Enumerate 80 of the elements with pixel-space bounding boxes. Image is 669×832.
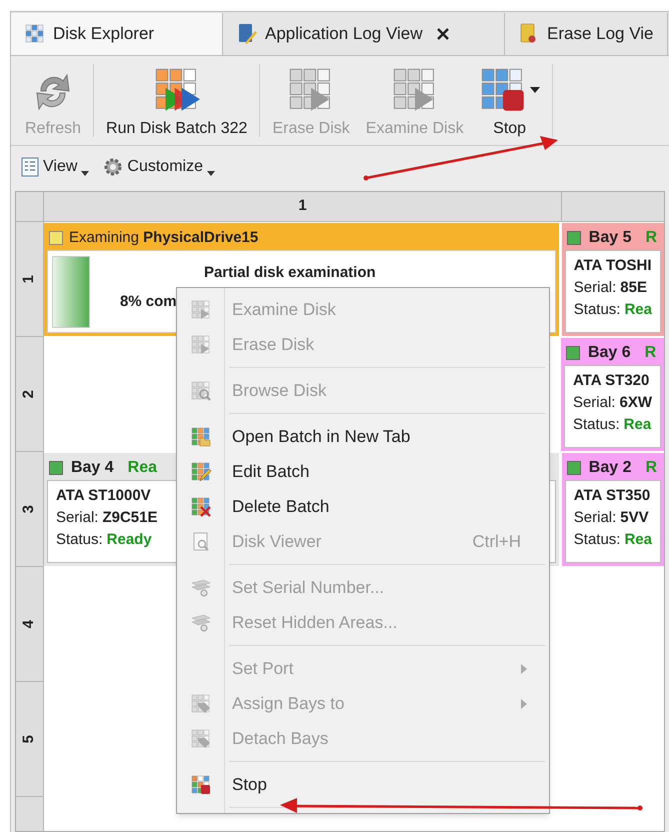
document-magnifier-icon <box>191 532 211 552</box>
status-value: Ready <box>106 530 152 550</box>
status-label: Status: <box>574 300 620 320</box>
status-light <box>566 346 580 360</box>
grid-magnifier-icon <box>191 380 211 400</box>
status-light <box>48 461 63 475</box>
grid-stop-icon <box>191 774 211 794</box>
serial-value: 85E <box>620 278 647 298</box>
bay-label: Bay 2 <box>588 458 632 478</box>
grid-tag-icon <box>191 728 211 748</box>
drive-model: ATA ST1000V <box>56 486 151 506</box>
row-header: 5 <box>16 682 44 797</box>
toolbar-button[interactable]: Stop <box>472 56 548 145</box>
shortcut-text: Ctrl+H <box>472 530 521 553</box>
serial-value: Z9C51E <box>102 508 158 528</box>
row-header: 2 <box>16 337 44 452</box>
row-header: 4 <box>16 567 44 682</box>
serial-label: Serial: <box>574 278 616 298</box>
caret-icon <box>206 170 215 176</box>
menu-item[interactable]: Delete Batch <box>177 489 549 524</box>
serial-value: 6XW <box>619 393 652 413</box>
caret-icon <box>81 170 90 176</box>
bay-label: Bay 5 <box>588 228 632 248</box>
serial-label: Serial: <box>572 393 616 413</box>
bay-label: Bay 4 <box>70 458 114 478</box>
tab-label: Disk Explorer <box>53 23 154 46</box>
grid-play-icon <box>191 334 211 354</box>
toolbar-button[interactable]: Run Disk Batch 322 <box>98 56 256 145</box>
drive-model: ATA ST350 <box>574 486 650 506</box>
status-label: Status: <box>572 415 620 435</box>
grid-stop-icon <box>480 67 526 113</box>
notebook-pencil-icon <box>237 23 257 45</box>
menu-button[interactable]: View <box>21 155 90 179</box>
row-header: 3 <box>16 452 44 567</box>
status-value: Rea <box>624 300 652 320</box>
status-value: Rea <box>624 530 652 550</box>
bay-card[interactable]: Bay 2 R ATA ST350 Serial: 5VV Status: Rea <box>562 453 664 566</box>
serial-value: 5VV <box>620 508 649 528</box>
bay-state: Rea <box>128 458 157 478</box>
menu-item[interactable]: Edit Batch <box>177 454 549 489</box>
status-label: Status: <box>574 530 620 550</box>
grid-icon <box>25 24 45 44</box>
drive-stack-icon <box>190 578 212 596</box>
card-title: Examining PhysicalDrive15 <box>68 228 258 248</box>
grid-run-icon <box>154 67 200 113</box>
bay-label: Bay 6 <box>588 343 631 363</box>
gear-icon <box>103 157 124 177</box>
progress-bar <box>52 256 90 328</box>
bay-state: R <box>645 458 658 478</box>
list-icon <box>21 157 39 177</box>
drive-model: ATA TOSHI <box>574 256 652 276</box>
grid-pencil-icon <box>191 462 211 482</box>
menu-item[interactable]: Open Batch in New Tab <box>177 419 549 454</box>
bay-card[interactable]: Bay 5 R ATA TOSHI Serial: 85E Status: Rea <box>562 223 664 336</box>
status-light <box>566 461 581 475</box>
menu-button[interactable]: Customize <box>103 155 215 179</box>
tab-label: Application Log View <box>265 23 423 46</box>
status-label: Status: <box>56 530 103 550</box>
serial-label: Serial: <box>574 508 616 528</box>
bay-card[interactable]: Bay 6 R ATA ST320 Serial: 6XW Status: Rea <box>560 338 664 451</box>
menu-item[interactable]: Stop <box>177 767 549 802</box>
serial-label: Serial: <box>56 508 98 528</box>
column-header: 1 <box>44 192 562 221</box>
status-light <box>48 231 63 245</box>
percent-text: 8% com <box>120 292 178 312</box>
close-icon[interactable] <box>436 28 449 40</box>
grid-folder-icon <box>191 426 211 446</box>
grid-delete-icon <box>191 496 211 516</box>
task-title: Partial disk examination <box>204 263 376 283</box>
bay-state: R <box>644 343 656 363</box>
row-header: 1 <box>16 222 44 337</box>
tab-label: Erase Log Vie <box>547 23 654 46</box>
tab[interactable]: Disk Explorer <box>11 13 223 55</box>
bay-state: R <box>645 228 658 248</box>
status-light <box>566 231 581 245</box>
grid-play-icon <box>191 300 211 320</box>
drive-model: ATA ST320 <box>572 371 650 391</box>
grid-tag-icon <box>191 694 211 714</box>
drive-stack-icon <box>190 614 212 632</box>
status-value: Rea <box>624 415 652 435</box>
